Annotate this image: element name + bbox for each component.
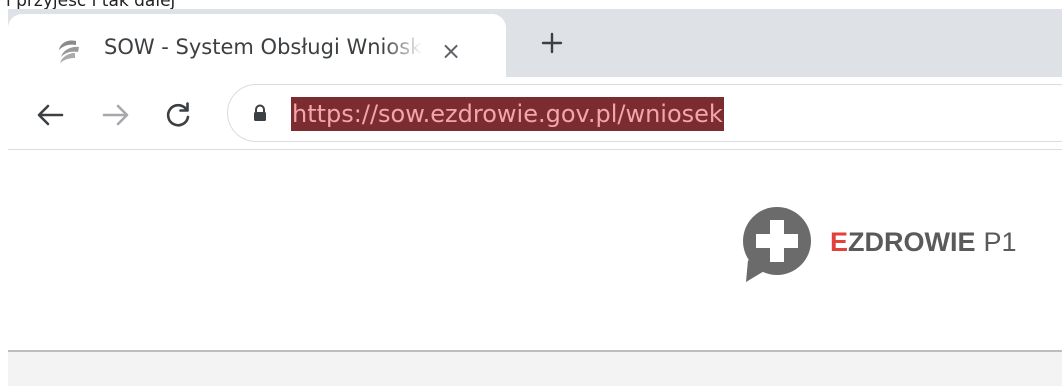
toolbar-divider <box>8 149 1062 150</box>
forward-button[interactable] <box>98 97 134 133</box>
back-button[interactable] <box>32 97 68 133</box>
plus-icon <box>541 32 563 54</box>
brand-suffix: P1 <box>983 227 1017 257</box>
reload-button[interactable] <box>160 97 196 133</box>
new-tab-button[interactable] <box>536 27 568 59</box>
url-text[interactable]: https://sow.ezdrowie.gov.pl/wniosek <box>291 97 724 131</box>
page-content-area <box>8 352 1062 386</box>
reload-icon <box>166 102 190 127</box>
brand-name: EZDROWIE P1 <box>830 227 1017 258</box>
browser-window: i przyjeść i tak dalej SOW - System Obsł… <box>0 0 1062 386</box>
ezdrowie-logo-icon <box>743 207 811 282</box>
lock-icon[interactable] <box>252 104 268 122</box>
forward-arrow-icon <box>102 104 129 126</box>
tab-close-button[interactable]: × <box>436 36 466 66</box>
tab-active[interactable]: SOW - System Obsługi Wniosków × <box>8 14 506 77</box>
sow-swirl-favicon-icon <box>59 40 79 63</box>
back-arrow-icon <box>37 104 64 126</box>
brand-initial: E <box>830 227 849 257</box>
tab-title: SOW - System Obsługi Wniosków <box>104 35 422 59</box>
brand-rest: ZDROWIE <box>848 227 976 257</box>
close-icon: × <box>440 37 462 65</box>
